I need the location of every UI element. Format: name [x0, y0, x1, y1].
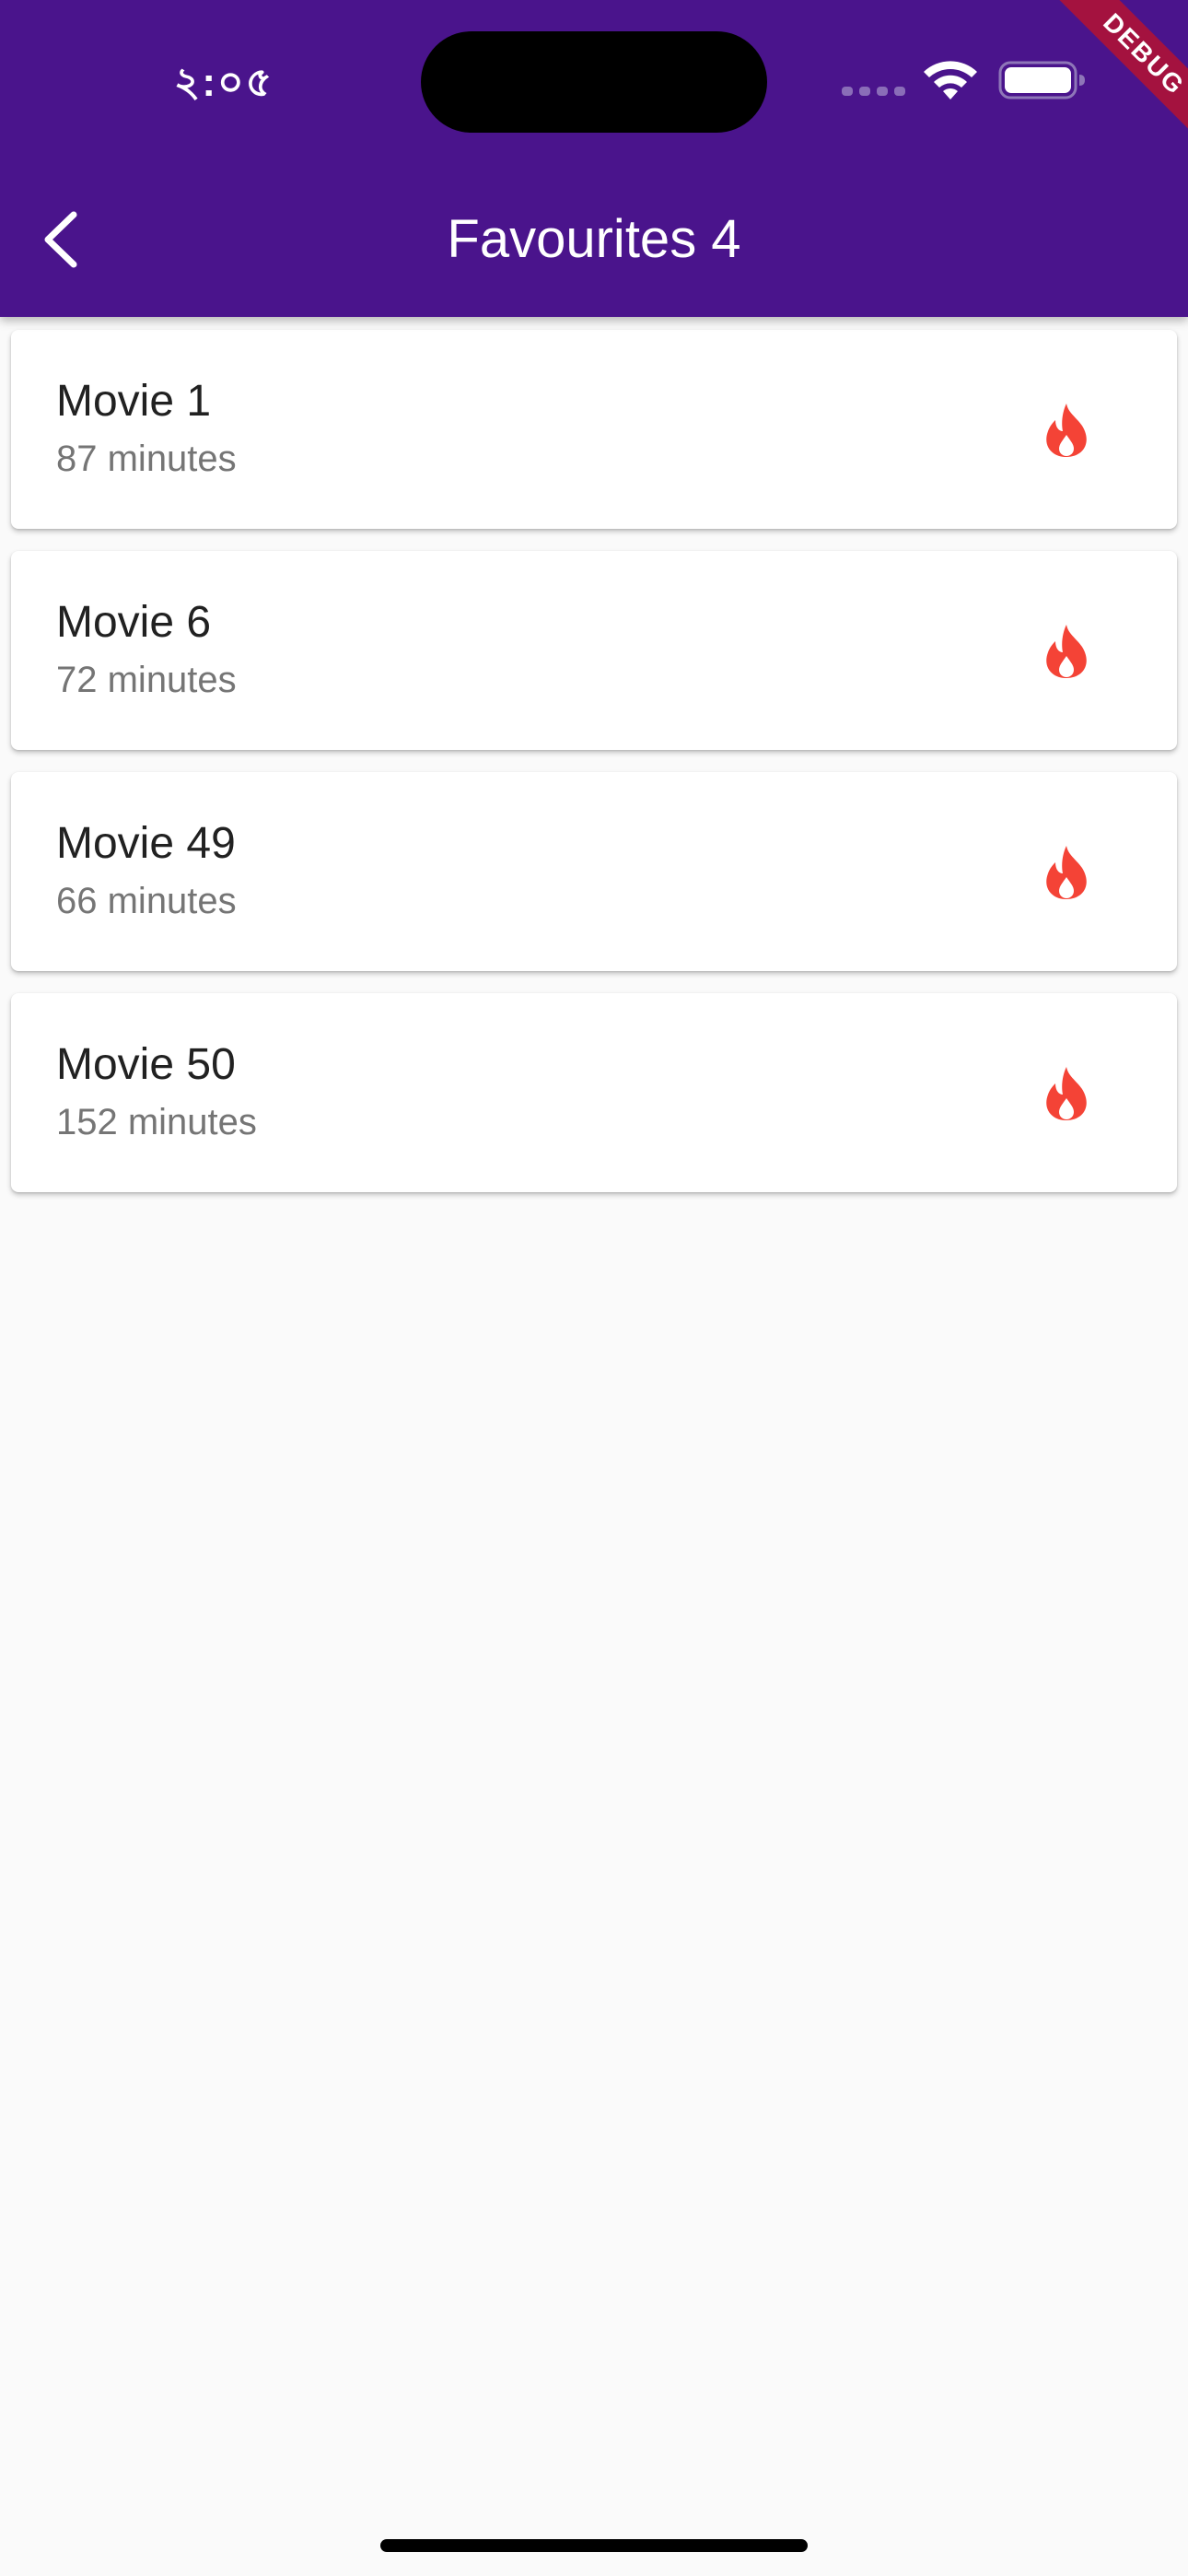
fire-icon[interactable] — [1041, 402, 1092, 459]
movie-card[interactable]: Movie 49 66 minutes — [11, 772, 1177, 971]
movie-duration: 152 minutes — [56, 1102, 257, 1142]
home-indicator[interactable] — [380, 2539, 808, 2552]
movie-title: Movie 1 — [56, 377, 212, 426]
movie-card[interactable]: Movie 50 152 minutes — [11, 993, 1177, 1192]
back-button[interactable] — [28, 203, 94, 276]
fire-icon[interactable] — [1041, 1065, 1092, 1122]
movie-duration: 87 minutes — [56, 439, 237, 479]
chevron-left-icon — [44, 211, 77, 268]
status-time: ২:০৫ — [173, 60, 274, 105]
movie-duration: 72 minutes — [56, 660, 237, 700]
app-header: ২:০৫ Favourites 4 — [0, 0, 1188, 317]
movie-title: Movie 6 — [56, 598, 212, 647]
movie-card[interactable]: Movie 1 87 minutes — [11, 330, 1177, 529]
debug-banner-label: DEBUG — [1031, 0, 1188, 166]
wifi-icon — [924, 61, 977, 100]
movie-card[interactable]: Movie 6 72 minutes — [11, 551, 1177, 750]
movie-duration: 66 minutes — [56, 881, 237, 921]
fire-icon[interactable] — [1041, 623, 1092, 680]
fire-icon[interactable] — [1041, 844, 1092, 901]
signal-dots-icon — [842, 87, 906, 98]
dynamic-island — [421, 31, 767, 133]
debug-banner: DEBUG — [1022, 0, 1188, 166]
favourites-list: Movie 1 87 minutes Movie 6 72 minutes Mo… — [0, 317, 1188, 1214]
movie-title: Movie 50 — [56, 1040, 236, 1089]
movie-title: Movie 49 — [56, 819, 236, 868]
page-title: Favourites 4 — [447, 209, 741, 269]
